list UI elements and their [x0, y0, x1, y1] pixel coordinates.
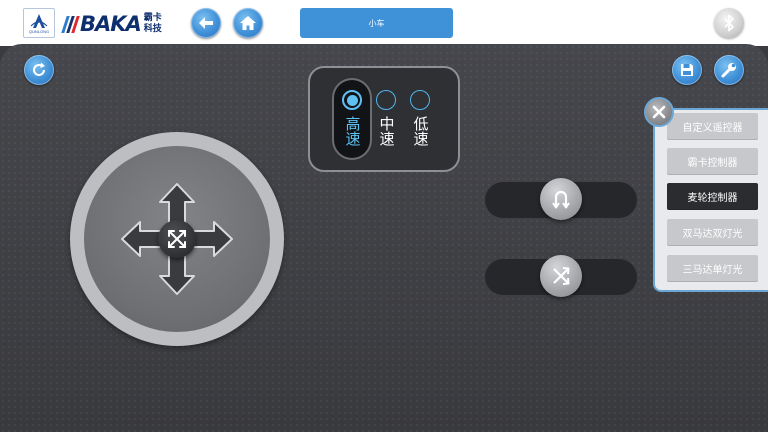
shuffle-knob[interactable]	[540, 255, 582, 297]
speed-selector: 高速 中速 低速	[308, 66, 460, 172]
menu-item-triple-motor-single-light[interactable]: 三马达单灯光	[667, 255, 758, 282]
radio-high-icon	[342, 90, 362, 110]
page-title: 小车	[300, 8, 453, 38]
menu-item-mecanum-controller[interactable]: 麦轮控制器	[667, 183, 758, 210]
speed-option-low[interactable]: 低速	[405, 90, 435, 146]
save-button[interactable]	[672, 55, 702, 85]
bluetooth-icon	[724, 14, 734, 32]
expand-icon	[168, 230, 186, 248]
joystick-pad	[84, 146, 270, 332]
menu-item-baka-controller[interactable]: 霸卡控制器	[667, 148, 758, 175]
brand-cn-bottom: 科技	[143, 24, 162, 34]
brand-stripes	[61, 15, 80, 33]
close-icon	[652, 105, 666, 119]
speed-option-medium[interactable]: 中速	[371, 90, 401, 146]
shuffle-icon	[553, 267, 570, 285]
home-icon	[240, 16, 256, 30]
radio-medium-icon	[376, 90, 396, 110]
speed-label-low: 低速	[411, 116, 430, 146]
u-turn-slider[interactable]	[485, 178, 637, 220]
joystick-knob[interactable]	[158, 220, 196, 258]
home-button[interactable]	[233, 8, 263, 38]
refresh-icon	[33, 62, 45, 76]
refresh-button[interactable]	[24, 55, 54, 85]
logo-subtext: QUNLONG	[28, 28, 50, 34]
brand-word: BAKA	[80, 12, 142, 36]
back-button[interactable]	[191, 8, 221, 38]
arrow-left-icon	[199, 17, 213, 29]
company-logo: QUNLONG	[23, 8, 55, 38]
top-bar: QUNLONG BAKA 霸卡 科技 小车	[0, 0, 768, 46]
wrench-icon	[721, 63, 736, 78]
brand-logo: BAKA 霸卡 科技	[61, 10, 162, 38]
radio-low-icon	[410, 90, 430, 110]
menu-item-dual-motor-dual-light[interactable]: 双马达双灯光	[667, 219, 758, 246]
settings-button[interactable]	[714, 55, 744, 85]
shuffle-slider[interactable]	[485, 255, 637, 297]
brand-cn-top: 霸卡	[143, 13, 162, 23]
speed-option-high[interactable]: 高速	[337, 90, 367, 146]
menu-close-button[interactable]	[644, 97, 674, 127]
bluetooth-button[interactable]	[714, 8, 744, 38]
u-turn-knob[interactable]	[540, 178, 582, 220]
logo-mark-icon	[30, 13, 48, 28]
speed-label-medium: 中速	[377, 116, 396, 146]
speed-label-high: 高速	[343, 116, 362, 146]
joystick[interactable]	[70, 132, 284, 346]
controller-menu: 自定义遥控器 霸卡控制器 麦轮控制器 双马达双灯光 三马达单灯光	[653, 108, 768, 292]
menu-item-custom-remote[interactable]: 自定义遥控器	[667, 113, 758, 140]
u-turn-icon	[552, 190, 570, 209]
floppy-icon	[681, 64, 693, 76]
